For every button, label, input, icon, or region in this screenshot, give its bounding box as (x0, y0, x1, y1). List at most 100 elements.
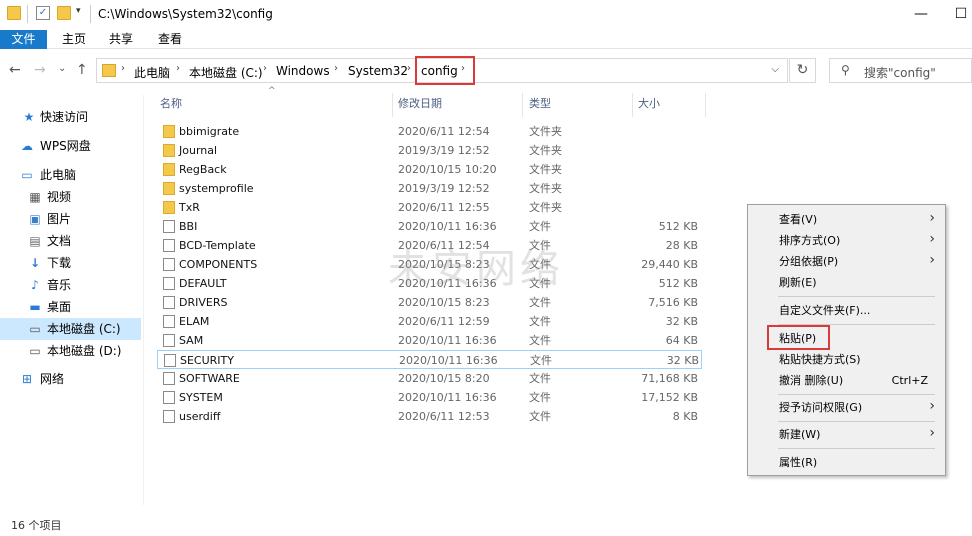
sidebar-item-documents[interactable]: ▤ 文档 (0, 230, 141, 252)
menu-item-group-by[interactable]: 分组依据(P) › (748, 251, 945, 272)
table-row[interactable]: Journal 2019/3/19 12:52 文件夹 (157, 141, 702, 160)
menu-item-view[interactable]: 查看(V) › (748, 209, 945, 230)
tab-view[interactable]: 查看 (150, 30, 190, 49)
breadcrumb-windows[interactable]: Windows (276, 64, 330, 78)
tab-file[interactable]: 文件 (0, 30, 47, 49)
pane-divider[interactable] (143, 95, 144, 505)
forward-icon[interactable]: → (34, 62, 46, 78)
desktop-icon: ▬ (29, 300, 41, 314)
sidebar-item-drive-c[interactable]: ▭ 本地磁盘 (C:) (0, 318, 141, 340)
table-row[interactable]: RegBack 2020/10/15 10:20 文件夹 (157, 160, 702, 179)
chevron-down-icon[interactable]: ⌵ (771, 64, 779, 75)
table-row[interactable]: SYSTEM 2020/10/11 16:36 文件 17,152 KB (157, 388, 702, 407)
chevron-right-icon[interactable]: › (407, 63, 411, 74)
breadcrumb-this-pc[interactable]: 此电脑 (134, 64, 170, 81)
menu-item-refresh[interactable]: 刷新(E) (748, 272, 945, 293)
customize-quick-access-icon[interactable]: ▾ (76, 6, 81, 16)
properties-icon[interactable]: ✓ (36, 6, 50, 20)
file-type: 文件夹 (529, 163, 562, 176)
file-icon (163, 239, 175, 252)
menu-separator (778, 448, 935, 449)
breadcrumb-system32[interactable]: System32 (348, 64, 408, 78)
file-type: 文件夹 (529, 201, 562, 214)
file-icon (163, 410, 175, 423)
table-row[interactable]: ELAM 2020/6/11 12:59 文件 32 KB (157, 312, 702, 331)
sidebar-item-desktop[interactable]: ▬ 桌面 (0, 296, 141, 318)
sidebar-item-label: 网络 (40, 372, 65, 386)
breadcrumb-drive-c[interactable]: 本地磁盘 (C:) (189, 64, 263, 81)
column-divider[interactable] (522, 93, 523, 117)
column-divider[interactable] (632, 93, 633, 117)
sidebar-item-videos[interactable]: ▦ 视频 (0, 186, 141, 208)
menu-item-paste-shortcut[interactable]: 粘贴快捷方式(S) (748, 349, 945, 370)
file-date: 2020/10/11 16:36 (399, 354, 498, 367)
separator (90, 5, 91, 23)
table-row[interactable]: DRIVERS 2020/10/15 8:23 文件 7,516 KB (157, 293, 702, 312)
refresh-button[interactable]: ↻ (789, 58, 816, 83)
menu-item-label: 排序方式(O) (779, 234, 841, 247)
file-size: 7,516 KB (648, 296, 698, 309)
chevron-right-icon[interactable]: › (263, 63, 267, 74)
ribbon-tabs: 文件 主页 共享 查看 (0, 30, 972, 49)
tab-home[interactable]: 主页 (54, 30, 94, 49)
file-icon (163, 334, 175, 347)
table-row[interactable]: userdiff 2020/6/11 12:53 文件 8 KB (157, 407, 702, 426)
drive-icon: ▭ (29, 322, 41, 336)
menu-item-undo-delete[interactable]: 撤消 删除(U) Ctrl+Z (748, 370, 945, 391)
file-name: systemprofile (179, 182, 254, 195)
up-icon[interactable]: ↑ (76, 62, 88, 78)
table-row[interactable]: SOFTWARE 2020/10/15 8:20 文件 71,168 KB (157, 369, 702, 388)
sidebar-item-network[interactable]: ⊞ 网络 (0, 368, 141, 390)
menu-item-new[interactable]: 新建(W) › (748, 424, 945, 445)
file-size: 17,152 KB (641, 391, 698, 404)
menu-item-sort-by[interactable]: 排序方式(O) › (748, 230, 945, 251)
column-divider[interactable] (392, 93, 393, 117)
table-row[interactable]: systemprofile 2019/3/19 12:52 文件夹 (157, 179, 702, 198)
sidebar-item-label: 音乐 (47, 278, 72, 292)
chevron-right-icon[interactable]: › (334, 63, 338, 74)
sidebar-item-this-pc[interactable]: ▭ 此电脑 (0, 164, 141, 186)
column-header-name[interactable]: 名称 (160, 96, 182, 118)
column-header-date[interactable]: 修改日期 (398, 96, 442, 118)
table-row[interactable]: SECURITY 2020/10/11 16:36 文件 32 KB (157, 350, 702, 369)
file-icon (163, 220, 175, 233)
menu-item-properties[interactable]: 属性(R) (748, 452, 945, 473)
column-divider[interactable] (705, 93, 706, 117)
sidebar-item-pictures[interactable]: ▣ 图片 (0, 208, 141, 230)
file-type: 文件夹 (529, 144, 562, 157)
menu-item-label: 授予访问权限(G) (779, 401, 863, 414)
column-header-type[interactable]: 类型 (529, 96, 551, 118)
sidebar-item-label: 文档 (47, 234, 72, 248)
table-row[interactable]: SAM 2020/10/11 16:36 文件 64 KB (157, 331, 702, 350)
new-folder-icon[interactable] (57, 6, 71, 20)
back-icon[interactable]: ← (9, 62, 21, 78)
table-row[interactable]: TxR 2020/6/11 12:55 文件夹 (157, 198, 702, 217)
sidebar-item-drive-d[interactable]: ▭ 本地磁盘 (D:) (0, 340, 141, 362)
sidebar-item-quick-access[interactable]: ★ 快速访问 (0, 106, 141, 128)
file-size: 32 KB (665, 315, 698, 328)
menu-item-give-access[interactable]: 授予访问权限(G) › (748, 397, 945, 418)
sidebar-item-wps[interactable]: ☁ WPS网盘 (0, 135, 141, 157)
file-name: COMPONENTS (179, 258, 258, 271)
column-header-size[interactable]: 大小 (638, 96, 660, 118)
file-icon (164, 354, 176, 367)
chevron-right-icon[interactable]: › (121, 63, 125, 74)
file-type: 文件 (529, 410, 551, 423)
menu-separator (778, 394, 935, 395)
address-bar[interactable]: › 此电脑 › 本地磁盘 (C:) › Windows › System32 ›… (96, 56, 788, 85)
chevron-right-icon: › (929, 398, 935, 414)
file-date: 2019/3/19 12:52 (398, 144, 490, 157)
table-row[interactable]: bbimigrate 2020/6/11 12:54 文件夹 (157, 122, 702, 141)
table-row[interactable]: BBI 2020/10/11 16:36 文件 512 KB (157, 217, 702, 236)
sidebar-item-downloads[interactable]: ↓ 下载 (0, 252, 141, 274)
maximize-button[interactable]: ☐ (938, 0, 972, 30)
chevron-right-icon[interactable]: › (176, 63, 180, 74)
sidebar-item-music[interactable]: ♪ 音乐 (0, 274, 141, 296)
search-input[interactable]: ⚲ 搜索"config" (829, 58, 972, 83)
window-title: C:\Windows\System32\config (98, 7, 273, 21)
menu-item-customize-folder[interactable]: 自定义文件夹(F)... (748, 300, 945, 321)
tab-share[interactable]: 共享 (101, 30, 141, 49)
file-name: BCD-Template (179, 239, 256, 252)
document-icon: ▤ (29, 234, 41, 248)
recent-locations-icon[interactable]: ⌄ (58, 63, 66, 74)
